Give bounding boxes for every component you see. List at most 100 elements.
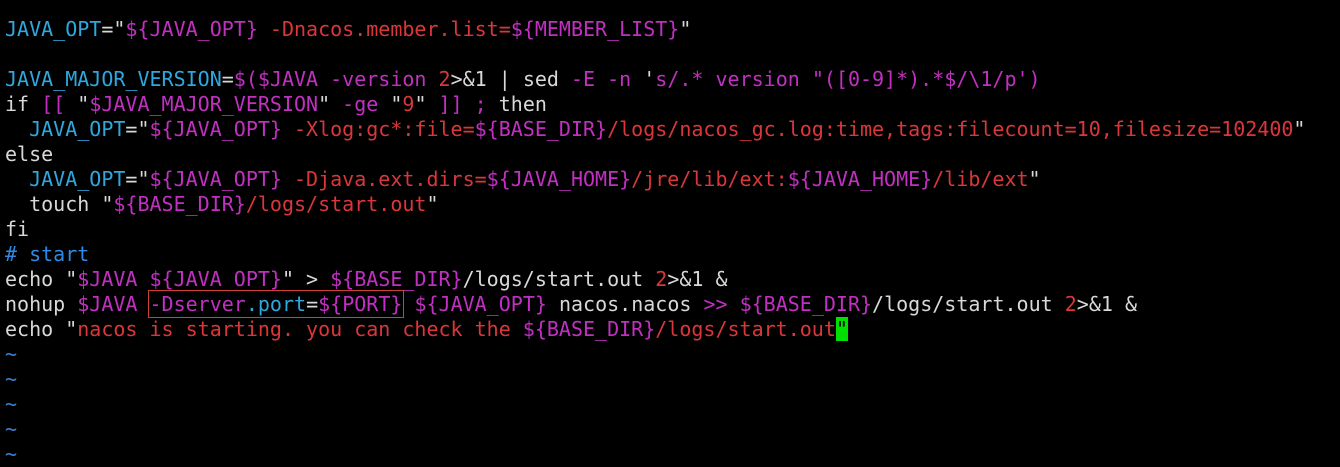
code-token: " [281,267,295,291]
code-token: ${BASE_DIR} [474,117,608,141]
vim-editor[interactable]: JAVA_OPT="${JAVA_OPT} -Dnacos.member.lis… [5,17,1305,467]
tilde-marker: ~ [5,392,18,416]
code-token: /jre/lib/ext: [631,167,788,191]
code-token: $JAVA_MAJOR_VERSION [89,92,319,116]
code-token: ${PORT} [318,292,403,316]
code-token: ${JAVA_OPT} [125,17,258,41]
code-token: ${MEMBER_LIST} [510,17,680,41]
tilde-marker: ~ [5,442,18,466]
tilde-marker: ~ [5,367,18,391]
code-line[interactable]: else [5,142,1305,167]
code-token: -Xlog:gc*:file= [281,117,475,141]
code-token: =" [125,117,150,141]
code-token: " [65,317,78,341]
code-token: =" [125,167,150,191]
code-token: /lib/ext [932,167,1029,191]
empty-line-marker[interactable]: ~ [5,367,1305,392]
code-token: ${BASE_DIR} [330,267,463,291]
code-token: $JAVA [77,292,138,316]
code-token: >> [703,292,728,316]
code-token: .out [1004,292,1065,316]
code-token: ]] ; [426,92,499,116]
code-token: " [1028,167,1041,191]
code-token: nacos.nacos [546,292,704,316]
code-line[interactable]: touch "${BASE_DIR}/logs/start.out" [5,192,1305,217]
text-cursor: " [835,317,848,341]
code-token: $JAVA ${JAVA_OPT} [77,267,282,291]
code-token: /logs/start.out [245,192,427,216]
code-token: = [306,292,319,316]
code-token: -Dnacos.member.list= [257,17,511,41]
code-token: touch [5,192,102,216]
code-line[interactable]: fi [5,217,1305,242]
code-line[interactable]: echo "nacos is starting. you can check t… [5,317,1305,342]
code-line[interactable]: # start [5,242,1305,267]
blank-line[interactable] [5,42,1305,67]
code-token: " [414,92,427,116]
code-token: ${JAVA_OPT} [149,117,282,141]
code-token: ${BASE_DIR} [739,292,873,316]
code-token: >&1 & [667,267,728,291]
code-line[interactable]: JAVA_OPT="${JAVA_OPT} -Xlog:gc*:file=${B… [5,117,1305,142]
code-token: " [101,192,114,216]
code-token: else [5,142,54,166]
code-line[interactable]: if [[ "$JAVA_MAJOR_VERSION" -ge "9" ]] ;… [5,92,1305,117]
code-token: JAVA_OPT [5,167,126,191]
code-token: fi [5,217,30,241]
code-token: ${BASE_DIR} [522,317,656,341]
code-token: -ge [330,92,391,116]
code-token: ${JAVA_HOME} [787,167,933,191]
code-token: 2 [655,267,668,291]
code-line[interactable]: JAVA_OPT="${JAVA_OPT} -Djava.ext.dirs=${… [5,167,1305,192]
code-token: nohup [5,292,78,316]
code-token: ${BASE_DIR} [113,192,246,216]
code-token: echo [5,317,66,341]
code-token: start [534,267,596,291]
code-line[interactable]: JAVA_OPT="${JAVA_OPT} -Dnacos.member.lis… [5,17,1305,42]
code-line[interactable]: nohup $JAVA -Dserver.port=${PORT} ${JAVA… [5,290,1305,318]
code-token: " [318,92,331,116]
code-token: ${JAVA_OPT} [414,292,547,316]
code-line[interactable]: JAVA_MAJOR_VERSION=$($JAVA -version 2>&1… [5,67,1305,92]
code-token: .port [245,292,307,316]
code-token: " [65,267,78,291]
code-token: " [77,92,90,116]
code-token: ') [1016,67,1041,91]
tilde-marker: ~ [5,417,18,441]
code-token: JAVA_OPT [5,17,102,41]
code-token: start [944,292,1005,316]
code-token: 9 [402,92,415,116]
code-token: /logs/nacos_gc.log:time,tags:filecount=1… [607,117,1294,141]
code-token: -E -n [558,67,644,91]
code-token: s/.* version "([0-9]*).*$/\1/p [655,67,1017,91]
empty-line-marker[interactable]: ~ [5,417,1305,442]
code-token: .out [595,267,656,291]
code-token: ${JAVA_OPT} [149,167,282,191]
empty-line-marker[interactable]: ~ [5,342,1305,367]
code-line[interactable]: echo "$JAVA ${JAVA_OPT}" > ${BASE_DIR}/l… [5,267,1305,292]
code-token: > [294,267,331,291]
code-token: JAVA_MAJOR_VERSION [5,67,222,91]
code-token: " [679,17,692,41]
code-token: -version [318,67,439,91]
code-token: " [390,92,403,116]
code-token: ' [643,67,656,91]
empty-line-marker[interactable]: ~ [5,392,1305,417]
code-token: " [426,192,439,216]
code-token: /logs/ [872,292,945,316]
highlighted-selection: -Dserver.port=${PORT} [147,290,405,318]
code-token: =" [101,17,126,41]
code-token: $($JAVA [233,67,319,91]
code-token: -Dserver [149,292,246,316]
code-token: JAVA_OPT [5,117,126,141]
code-token: " [1293,117,1306,141]
code-token: then [498,92,547,116]
empty-line-marker[interactable]: ~ [5,442,1305,467]
code-token: if [5,92,30,116]
code-token: nacos is starting. you can check the [77,317,523,341]
code-token: sed [522,67,559,91]
code-token: /logs/start.out [655,317,836,341]
